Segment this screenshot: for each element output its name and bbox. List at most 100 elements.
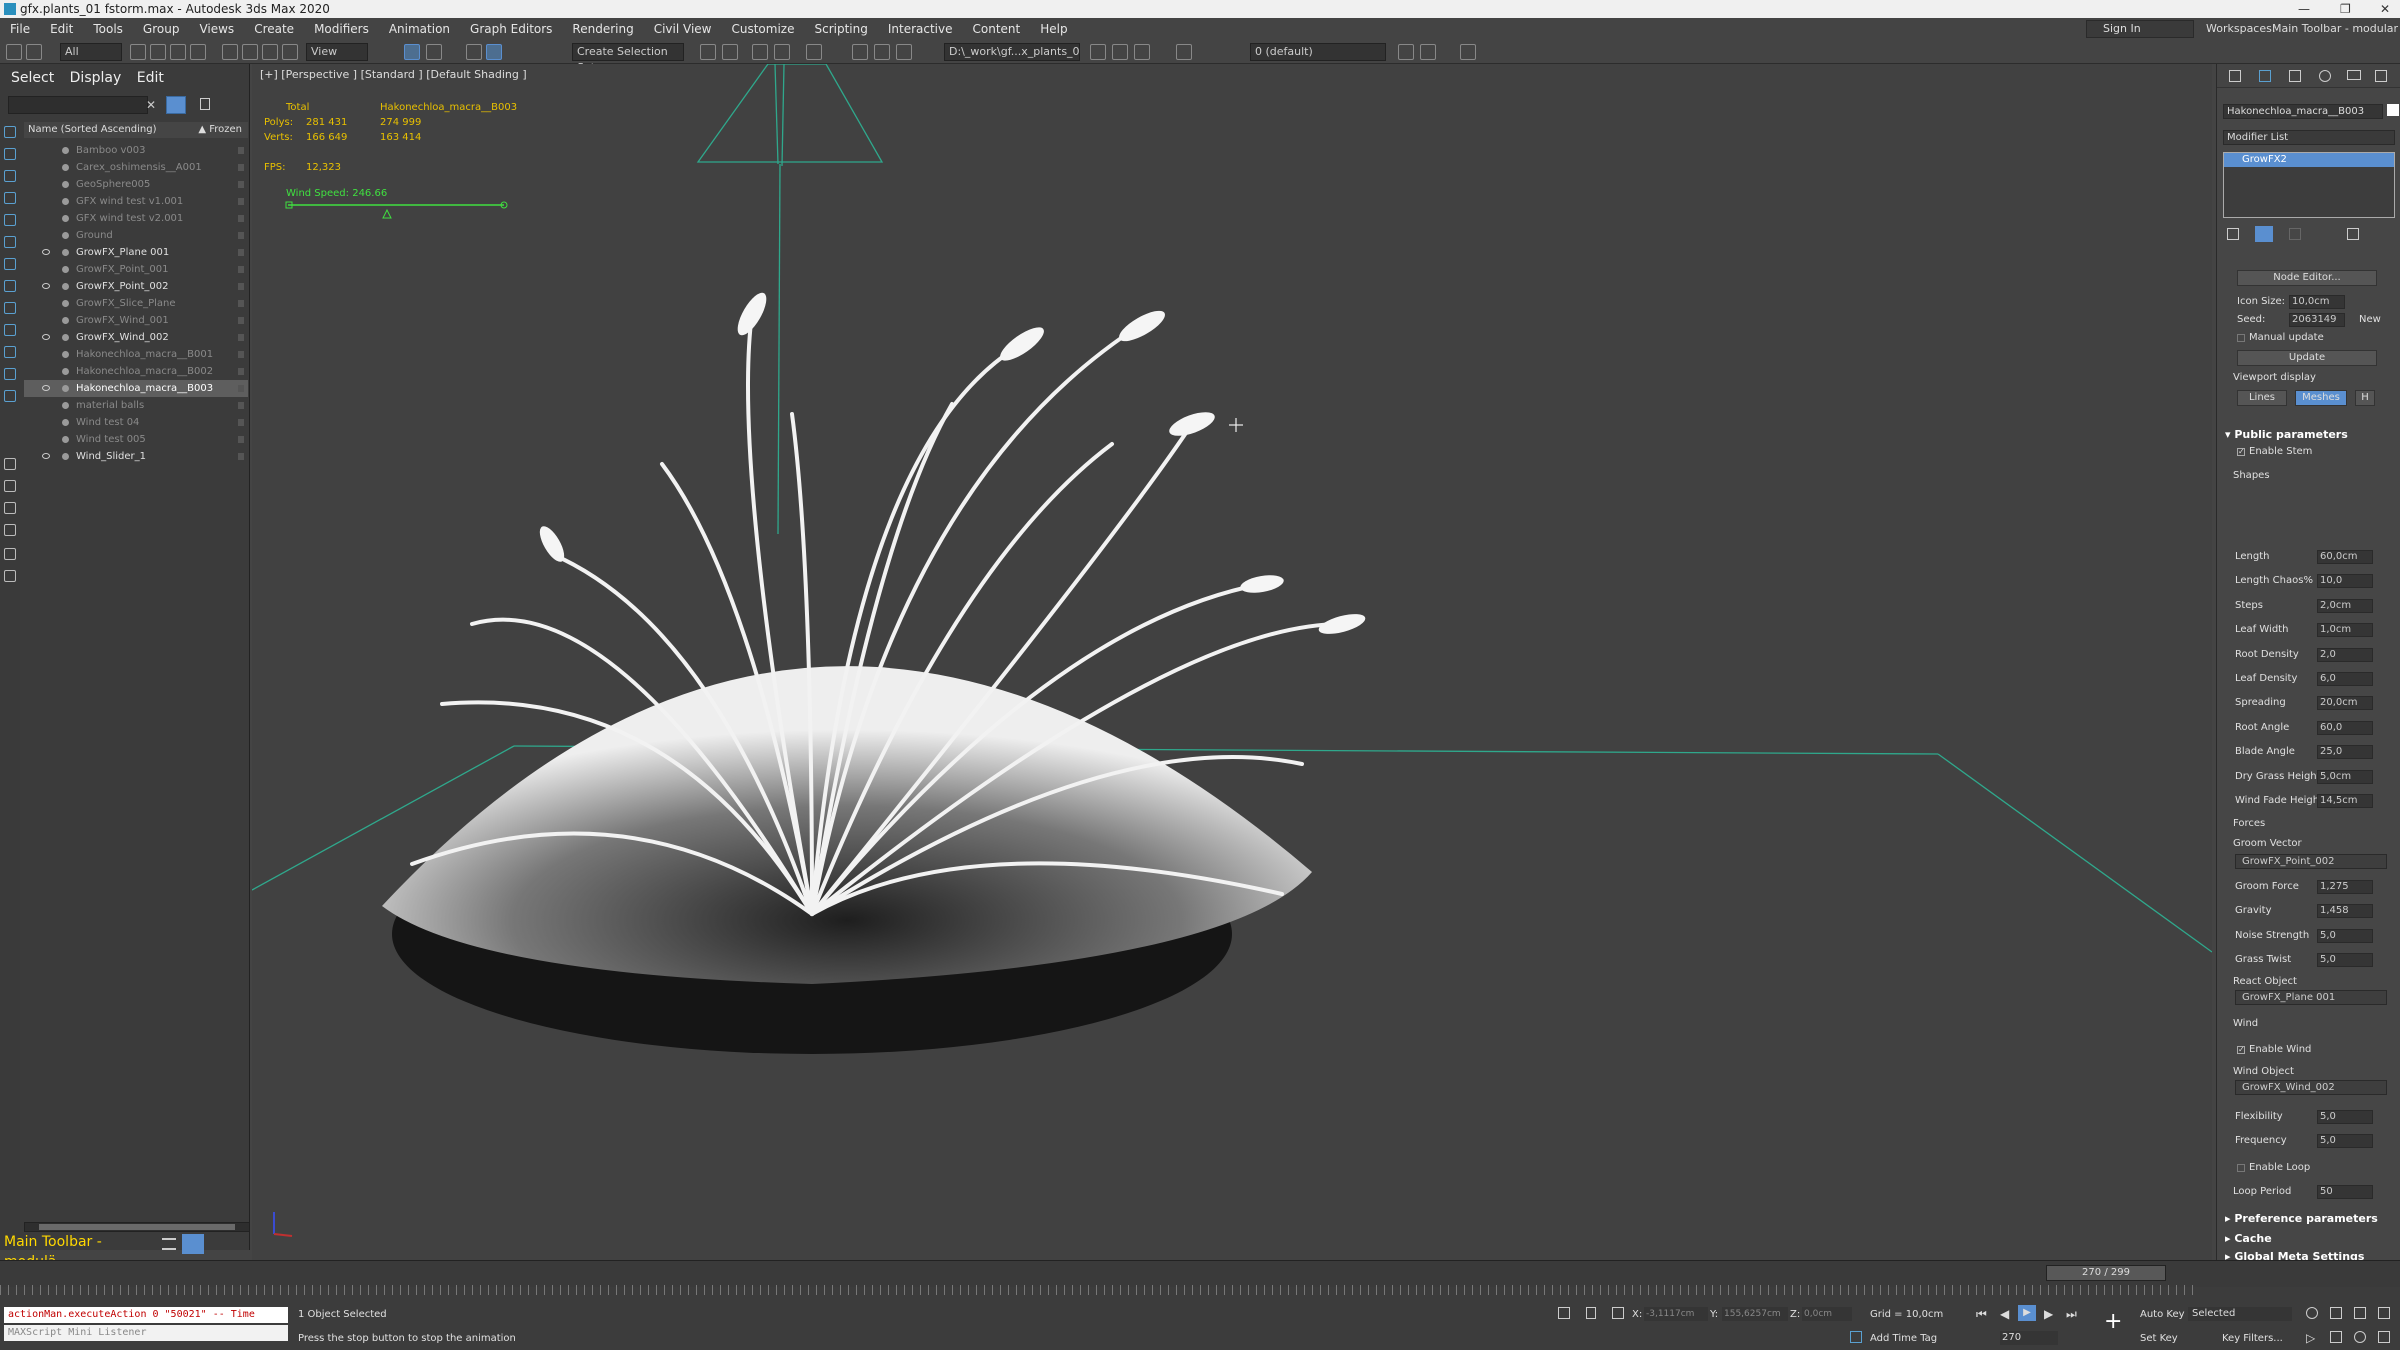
freeze-icon[interactable] — [238, 436, 244, 443]
scene-state-icon[interactable] — [1460, 44, 1476, 60]
grass-plant-mesh[interactable] — [382, 289, 1367, 1054]
key-filters-button[interactable]: Key Filters... — [2222, 1333, 2283, 1344]
h-button[interactable]: H — [2355, 390, 2375, 406]
motion-tab-icon[interactable] — [2319, 70, 2331, 82]
param-spinner[interactable]: 60,0 — [2317, 720, 2373, 735]
scene-object-row[interactable]: GrowFX_Wind_002 — [24, 329, 248, 346]
configure-modifiers-icon[interactable] — [2347, 228, 2359, 240]
toolbar-switch-label[interactable]: Main Toolbar - modulä — [0, 1232, 150, 1270]
scene-object-row[interactable]: Wind_Slider_1 — [24, 448, 248, 465]
scene-horizontal-scrollbar[interactable] — [24, 1222, 250, 1232]
scene-object-row[interactable]: GFX wind test v1.001 — [24, 193, 248, 210]
freeze-icon[interactable] — [238, 249, 244, 256]
param-spinner[interactable]: 25,0 — [2317, 745, 2373, 760]
layer-icon[interactable] — [4, 570, 16, 582]
rotate-icon[interactable] — [242, 44, 258, 60]
menu-rendering[interactable]: Rendering — [562, 18, 643, 40]
next-frame-icon[interactable]: ▶ — [2044, 1307, 2053, 1321]
auto-key-button[interactable]: Auto Key — [2140, 1309, 2185, 1320]
cache-rollout[interactable]: ▸ Cache — [2225, 1232, 2272, 1245]
menu-graph-editors[interactable]: Graph Editors — [460, 18, 562, 40]
mirror-icon[interactable] — [700, 44, 716, 60]
menu-help[interactable]: Help — [1030, 18, 1077, 40]
utilities-tab-icon[interactable] — [2375, 70, 2387, 82]
display-hidden-icon[interactable] — [4, 390, 16, 402]
scene-object-row[interactable]: Carex_oshimensis__A001 — [24, 159, 248, 176]
scene-object-row[interactable]: Hakonechloa_macra__B002 — [24, 363, 248, 380]
visibility-eye-icon[interactable] — [42, 385, 50, 391]
align-icon[interactable] — [722, 44, 738, 60]
freeze-icon[interactable] — [238, 266, 244, 273]
hierarchy-tab-icon[interactable] — [2289, 70, 2301, 82]
param-spinner[interactable]: 6,0 — [2317, 672, 2373, 686]
key-set-dropdown[interactable]: Selected — [2188, 1307, 2292, 1321]
maximize-viewport-icon[interactable] — [2378, 1331, 2390, 1343]
scene-object-row[interactable]: GeoSphere005 — [24, 176, 248, 193]
percent-snap-icon[interactable] — [466, 44, 482, 60]
freeze-icon[interactable] — [238, 453, 244, 460]
freeze-icon[interactable] — [238, 215, 244, 222]
tab-edit[interactable]: Edit — [126, 64, 164, 92]
display-xrefs-icon[interactable] — [4, 302, 16, 314]
display-bones-icon[interactable] — [4, 324, 16, 336]
freeze-icon[interactable] — [238, 351, 244, 358]
project-folder-icon[interactable] — [1090, 44, 1106, 60]
global-meta-rollout[interactable]: ▸ Global Meta Settings — [2225, 1250, 2364, 1260]
visibility-eye-icon[interactable] — [42, 334, 50, 340]
clear-search-icon[interactable]: ✕ — [146, 98, 156, 112]
freeze-icon[interactable] — [238, 283, 244, 290]
scene-object-row[interactable]: GrowFX_Point_001 — [24, 261, 248, 278]
menu-views[interactable]: Views — [189, 18, 244, 40]
display-groups-icon[interactable] — [4, 280, 16, 292]
create-selection-set-dropdown[interactable]: Create Selection Set — [572, 43, 684, 74]
freeze-icon[interactable] — [238, 198, 244, 205]
maxscript-input[interactable]: MAXScript Mini Listener — [4, 1325, 288, 1341]
param-spinner[interactable]: 2,0cm — [2317, 598, 2373, 613]
menu-create[interactable]: Create — [244, 18, 304, 40]
layer-explorer-icon[interactable] — [752, 44, 768, 60]
param-spinner[interactable]: 10,0 — [2317, 574, 2373, 589]
freeze-icon[interactable] — [238, 147, 244, 154]
workspace-dropdown[interactable]: Main Toolbar - modular — [2272, 18, 2398, 40]
menu-scripting[interactable]: Scripting — [804, 18, 877, 40]
restore-icon[interactable]: ❐ — [2340, 0, 2351, 18]
render-frame-icon[interactable] — [874, 44, 890, 60]
redo-icon[interactable] — [26, 44, 42, 60]
zoom-icon[interactable] — [2306, 1307, 2318, 1319]
display-spacewarps-icon[interactable] — [4, 258, 16, 270]
freeze-icon[interactable] — [238, 385, 244, 392]
render-icon[interactable] — [852, 44, 868, 60]
maxscript-output[interactable]: actionMan.executeAction 0 "50021" -- Tim… — [4, 1307, 288, 1323]
display-geometry-icon[interactable] — [4, 148, 16, 160]
add-time-tag-button[interactable]: Add Time Tag — [1870, 1333, 1937, 1344]
display-invert-icon[interactable] — [4, 480, 16, 492]
scene-object-row[interactable]: GrowFX_Wind_001 — [24, 312, 248, 329]
public-parameters-rollout[interactable]: ▾ Public parameters — [2225, 428, 2348, 441]
rect-selection-icon[interactable] — [170, 44, 186, 60]
object-name-field[interactable]: Hakonechloa_macra__B003 — [2223, 104, 2383, 119]
current-frame-field[interactable]: 270 — [2000, 1331, 2058, 1345]
param-spinner[interactable]: 5,0 — [2317, 1134, 2373, 1149]
layer-add-icon[interactable] — [1398, 44, 1414, 60]
param-spinner[interactable]: 1,275 — [2317, 880, 2373, 894]
window-crossing-icon[interactable] — [190, 44, 206, 60]
tab-select[interactable]: Select — [0, 64, 54, 92]
param-spinner[interactable]: 60,0cm — [2317, 550, 2373, 564]
set-key-button[interactable]: Set Key — [2140, 1333, 2178, 1344]
scene-object-row[interactable]: Ground — [24, 227, 248, 244]
go-to-end-icon[interactable]: ⏭ — [2066, 1307, 2077, 1322]
scene-object-row[interactable]: Hakonechloa_macra__B001 — [24, 346, 248, 363]
freeze-icon[interactable] — [238, 300, 244, 307]
param-spinner[interactable]: 5,0cm — [2317, 769, 2373, 784]
manual-update-checkbox[interactable] — [2237, 334, 2245, 342]
visibility-eye-icon[interactable] — [42, 453, 50, 459]
sign-in-button[interactable]: Sign In — [2086, 20, 2194, 38]
modify-tab-icon[interactable] — [2259, 70, 2271, 82]
scene-object-row[interactable]: GFX wind test v2.001 — [24, 210, 248, 227]
undo-icon[interactable] — [6, 44, 22, 60]
scene-object-row[interactable]: material balls — [24, 397, 248, 414]
freeze-icon[interactable] — [238, 402, 244, 409]
menu-file[interactable]: File — [0, 18, 40, 40]
scene-object-row[interactable]: Wind test 04 — [24, 414, 248, 431]
scale-icon[interactable] — [262, 44, 278, 60]
